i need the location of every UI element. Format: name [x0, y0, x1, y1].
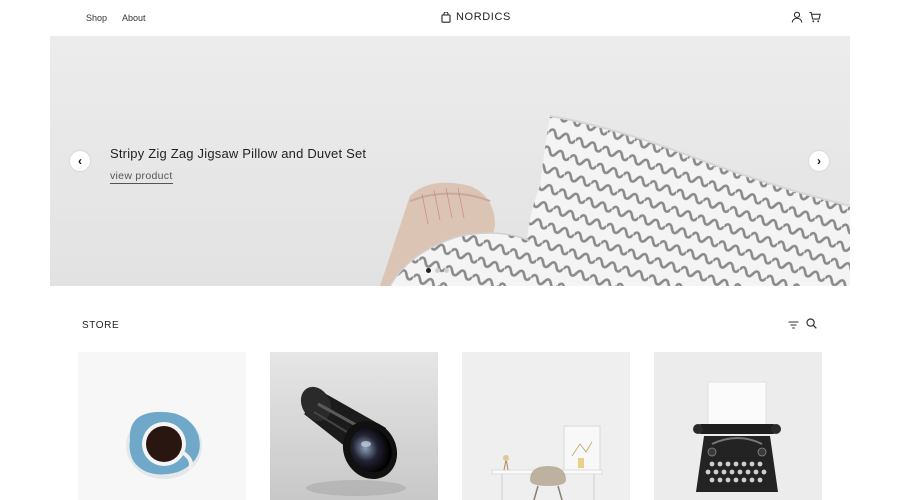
product-card[interactable] [654, 352, 822, 500]
carousel-dot[interactable] [444, 268, 449, 273]
bag-icon [441, 11, 451, 23]
product-card[interactable] [270, 352, 438, 500]
carousel-dot[interactable] [426, 268, 431, 273]
store-heading: STORE [82, 320, 120, 331]
site-header: Shop About NORDICS [0, 0, 900, 36]
camera-lens-image [270, 352, 438, 500]
filter-icon[interactable] [788, 320, 799, 330]
brand-name: NORDICS [456, 11, 511, 23]
cart-icon[interactable] [809, 11, 821, 23]
carousel-dot[interactable] [435, 268, 440, 273]
view-product-link[interactable]: view product [110, 170, 173, 184]
hero-title: Stripy Zig Zag Jigsaw Pillow and Duvet S… [110, 146, 367, 161]
desk-chair-image [462, 352, 630, 500]
brand-logo[interactable]: NORDICS [441, 11, 511, 23]
nav-shop-link[interactable]: Shop [86, 13, 107, 23]
search-icon[interactable] [806, 318, 817, 329]
product-card[interactable] [462, 352, 630, 500]
hero-carousel: Stripy Zig Zag Jigsaw Pillow and Duvet S… [50, 36, 850, 286]
coffee-cup-image [126, 411, 202, 479]
nav-about-link[interactable]: About [122, 13, 146, 23]
carousel-next-button[interactable]: › [809, 151, 829, 171]
chevron-right-icon: › [817, 154, 821, 168]
product-card[interactable] [78, 352, 246, 500]
typewriter-image [654, 352, 822, 500]
chevron-left-icon: ‹ [78, 154, 82, 168]
user-icon[interactable] [791, 11, 803, 23]
hero-image [50, 36, 850, 286]
carousel-prev-button[interactable]: ‹ [70, 151, 90, 171]
carousel-dots [426, 268, 449, 273]
